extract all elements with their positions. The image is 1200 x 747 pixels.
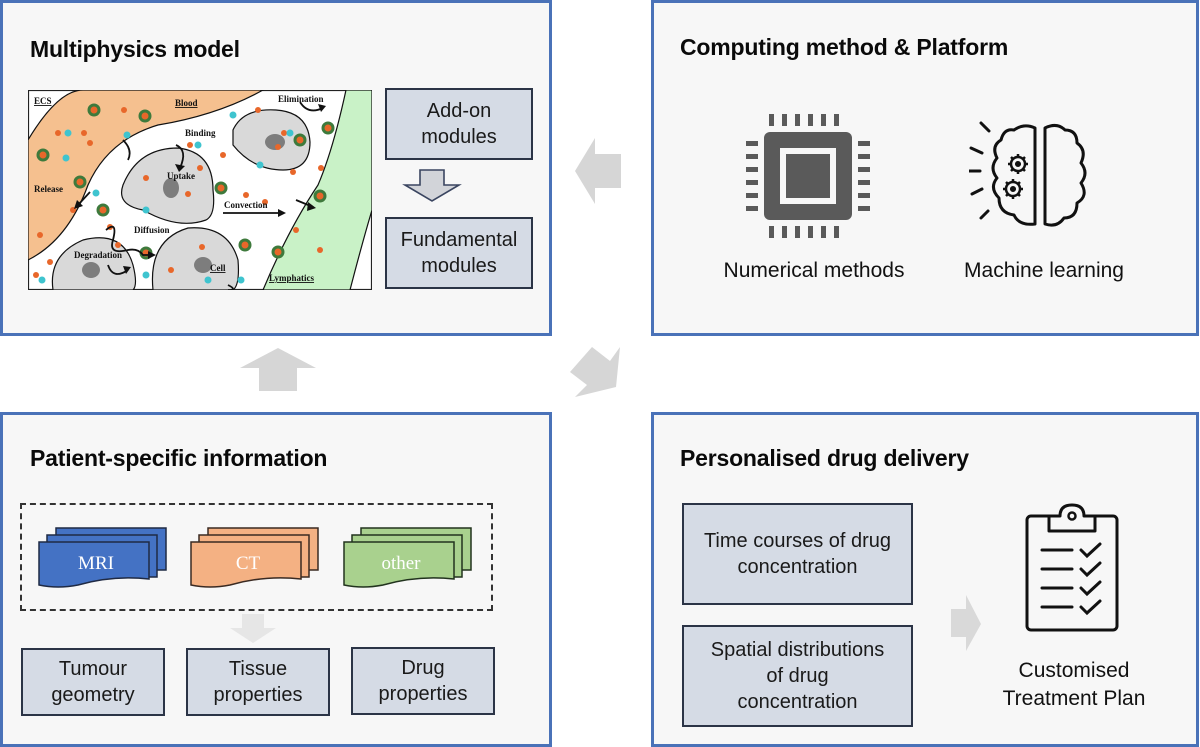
other-label: other (381, 553, 421, 574)
treatment-plan-line1: Customised (1018, 659, 1130, 682)
ct-stack-icon: CT (190, 527, 319, 588)
label-convection: Convection (224, 200, 268, 210)
tumour-geometry-line2: geometry (51, 684, 135, 706)
down-flow-arrow-icon (230, 614, 276, 643)
right-flow-arrow-icon (951, 595, 981, 651)
panel-title-multiphysics: Multiphysics model (30, 36, 240, 62)
label-diffusion: Diffusion (134, 225, 170, 235)
cpu-chip-icon (746, 114, 870, 238)
machine-learning-label: Machine learning (964, 259, 1124, 282)
delivery-panel: Personalised drug delivery Time courses … (651, 412, 1199, 747)
fundamental-modules-label: Fundamental modules (400, 229, 518, 277)
cell-nucleus (82, 262, 100, 278)
label-elimination: Elimination (278, 94, 324, 104)
fundamental-modules-box: Fundamental modules (385, 217, 533, 289)
label-degradation: Degradation (74, 250, 122, 260)
other-stack-icon: other (343, 527, 472, 588)
label-blood: Blood (175, 98, 198, 108)
spatial-distributions-line3: concentration (737, 691, 858, 713)
addon-modules-label: Add-on modules (421, 100, 497, 148)
cell-nucleus (265, 134, 285, 150)
numerical-methods-label: Numerical methods (723, 259, 905, 282)
spatial-distributions-box: Spatial distributions of drug concentrat… (682, 625, 913, 727)
time-courses-line1: Time courses of drug (703, 530, 892, 552)
panel-title-delivery: Personalised drug delivery (680, 445, 969, 471)
clipboard-checklist-icon (1025, 503, 1119, 632)
computing-panel: Computing method & Platform Numerical me… (651, 0, 1199, 336)
mri-label: MRI (78, 553, 114, 574)
label-binding: Binding (185, 128, 216, 138)
treatment-plan-label: Customised Treatment Plan (984, 657, 1164, 713)
left-flow-arrow-icon (575, 138, 621, 204)
label-lymphatics: Lymphatics (269, 273, 315, 283)
panel-title-patient: Patient-specific information (30, 445, 328, 471)
panel-title-computing: Computing method & Platform (680, 34, 1009, 60)
treatment-plan-line2: Treatment Plan (1002, 687, 1146, 710)
label-uptake: Uptake (167, 171, 195, 181)
tissue-properties-line2: properties (213, 684, 303, 706)
multiphysics-panel: Multiphysics model ECS Blood Elimination… (0, 0, 552, 336)
spatial-distributions-line2: of drug (766, 665, 829, 687)
tissue-properties-box: Tissue properties (186, 648, 330, 716)
label-release: Release (34, 184, 63, 194)
drug-properties-box: Drug properties (351, 647, 495, 715)
tissue-properties-line1: Tissue (228, 658, 288, 680)
diagonal-flow-arrow-icon (570, 347, 620, 397)
time-courses-line2: concentration (737, 556, 858, 578)
label-cell: Cell (210, 263, 226, 273)
gear-icon (1008, 154, 1028, 174)
up-flow-arrow-icon (240, 348, 316, 391)
tumour-geometry-line1: Tumour (58, 658, 128, 680)
time-courses-box: Time courses of drug concentration (682, 503, 913, 605)
label-ecs: ECS (34, 96, 52, 106)
multiphysics-illustration: ECS Blood Elimination Binding Uptake Rel… (28, 90, 372, 290)
cell-nucleus (163, 178, 179, 198)
down-arrow-icon (402, 169, 462, 202)
drug-properties-line2: properties (378, 683, 468, 705)
mri-stack-icon: MRI (38, 527, 167, 588)
tumour-geometry-box: Tumour geometry (21, 648, 165, 716)
patient-panel: Patient-specific information MRI CT othe… (0, 412, 552, 747)
spatial-distributions-line1: Spatial distributions (710, 639, 885, 661)
addon-modules-box: Add-on modules (385, 88, 533, 160)
brain-gears-icon (969, 121, 1087, 227)
drug-properties-line1: Drug (401, 657, 445, 679)
ct-label: CT (236, 553, 261, 574)
gear-icon (1003, 179, 1023, 199)
